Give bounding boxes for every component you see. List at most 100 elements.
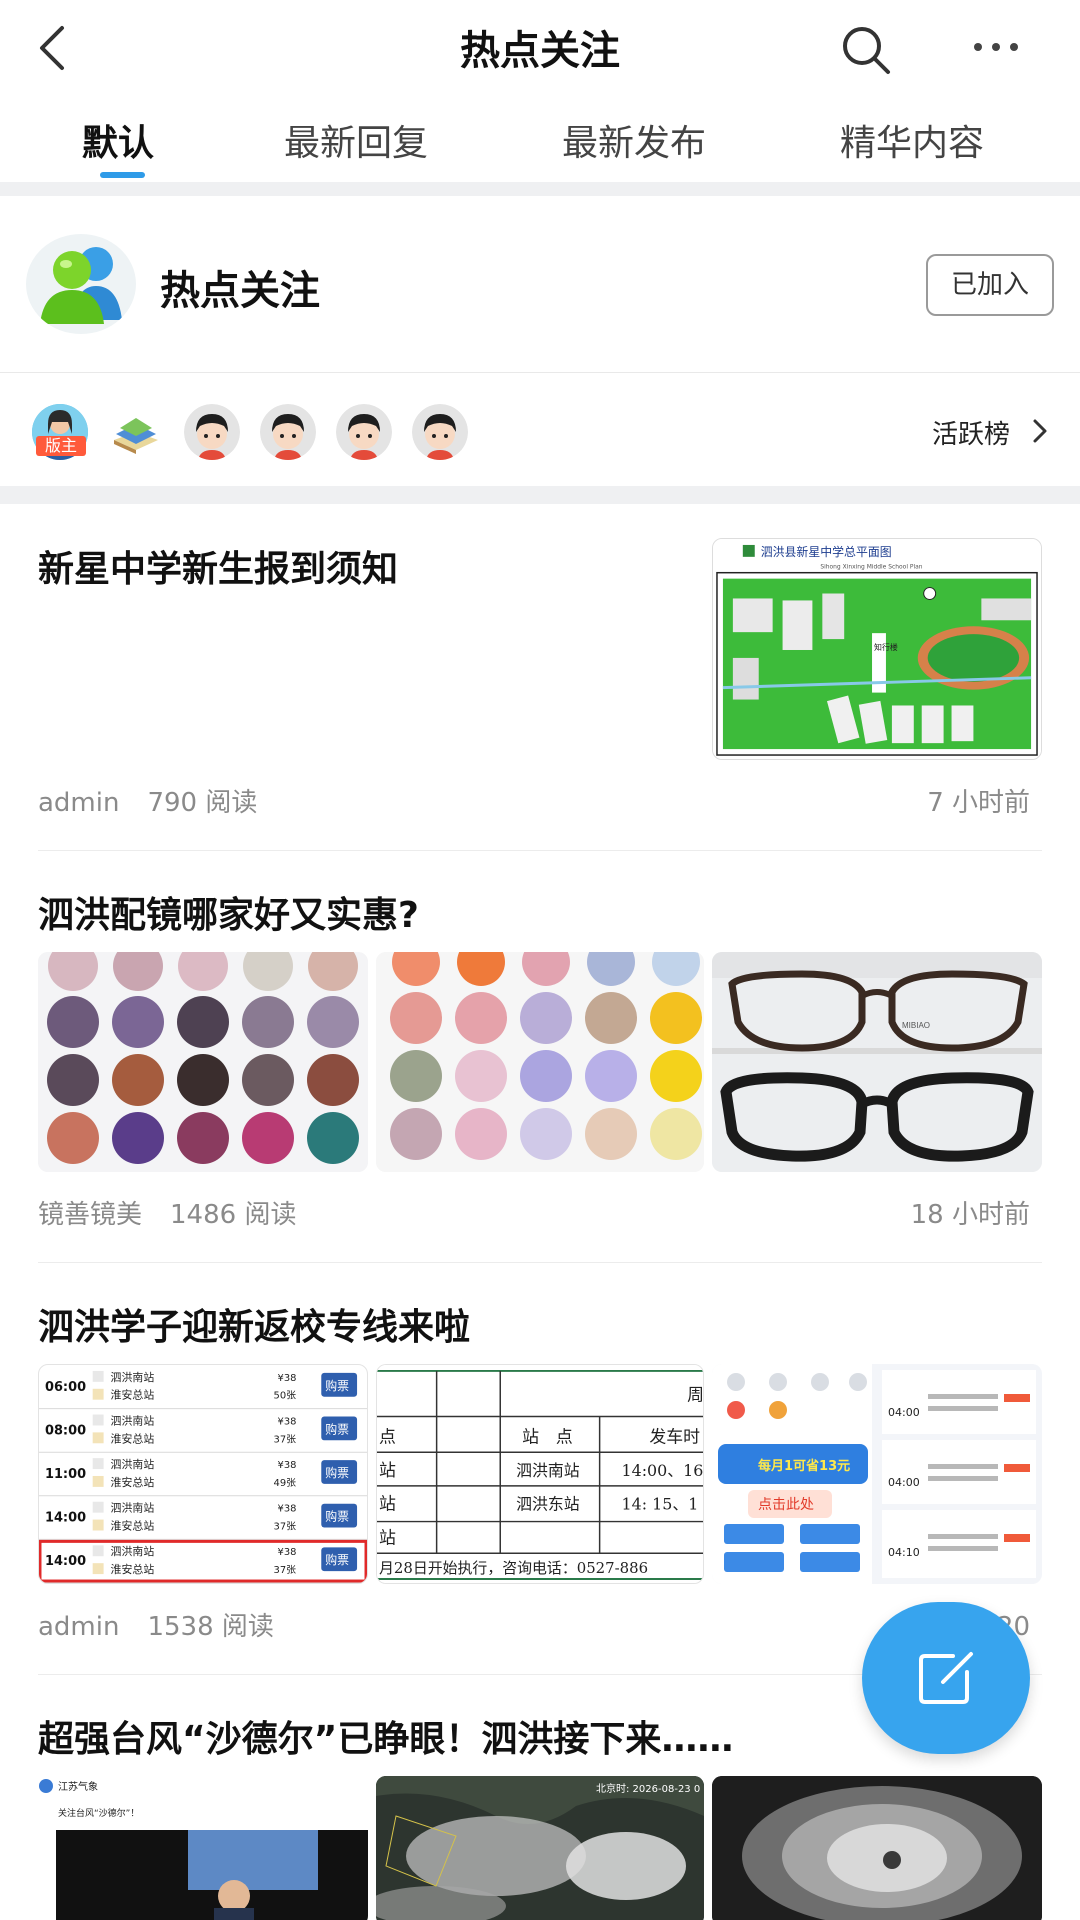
glasses-brand: MIBIAO bbox=[902, 1021, 930, 1030]
ticket-price: ¥38 bbox=[278, 1504, 297, 1515]
tab-bar: 默认 最新回复 最新发布 精华内容 bbox=[0, 100, 1080, 180]
promo-button: 点击此处 bbox=[758, 1497, 814, 1513]
table-note: 月28日开始执行，咨询电话：0527-886 bbox=[379, 1559, 648, 1577]
dropoff-tag bbox=[92, 1519, 104, 1531]
satellite-timestamp: 北京时: 2026-08-23 0 bbox=[596, 1782, 700, 1795]
table-cell: 泗洪南站 bbox=[516, 1461, 580, 1480]
to-station: 淮安总站 bbox=[111, 1388, 155, 1402]
member-avatar[interactable] bbox=[184, 404, 240, 460]
dropoff-tag bbox=[92, 1475, 104, 1487]
member-avatar[interactable] bbox=[108, 404, 164, 460]
top-bar: 热点关注 bbox=[0, 0, 1080, 96]
schedule-row: 11:00 泗洪南站淮安总站 ¥38 49张 购票 bbox=[39, 1457, 367, 1497]
page-title: 热点关注 bbox=[460, 28, 620, 74]
post-meta: admin 1538 阅读 bbox=[38, 1606, 274, 1643]
ticket-price: ¥38 bbox=[278, 1460, 297, 1471]
tab-default[interactable]: 默认 bbox=[82, 114, 154, 166]
from-station: 泗洪南站 bbox=[111, 1501, 155, 1515]
depart-time: 08:00 bbox=[45, 1423, 86, 1438]
pickup-tag bbox=[92, 1501, 104, 1513]
active-rank-link[interactable]: 活跃榜 bbox=[932, 414, 1010, 451]
post-time: 18 小时前 bbox=[910, 1200, 1030, 1230]
pickup-tag bbox=[92, 1458, 104, 1470]
post-meta: 镜善镜美 1486 阅读 bbox=[38, 1194, 296, 1231]
post-time: 7 小时前 bbox=[927, 788, 1030, 818]
compose-post-button[interactable] bbox=[862, 1602, 1030, 1754]
schedule-row: 08:00 泗洪南站淮安总站 ¥38 37张 购票 bbox=[39, 1413, 367, 1453]
post-reads: 1486 阅读 bbox=[170, 1200, 297, 1230]
post-meta: admin 790 阅读 bbox=[38, 782, 257, 819]
seats-left: 37张 bbox=[274, 1433, 297, 1445]
to-station: 淮安总站 bbox=[111, 1431, 155, 1445]
chevron-right-icon[interactable] bbox=[1030, 418, 1050, 444]
tab-featured[interactable]: 精华内容 bbox=[840, 114, 984, 166]
post-author[interactable]: admin bbox=[38, 1612, 119, 1642]
post-thumbnail-ride-app[interactable]: 每月1可省13元 点击此处 04:00 04:00 04:10 bbox=[712, 1364, 1042, 1584]
post-title[interactable]: 泗洪配镜哪家好又实惠? bbox=[38, 886, 419, 938]
table-left-cell: 站 bbox=[379, 1460, 396, 1480]
depart-time: 14:00 bbox=[45, 1511, 86, 1526]
member-avatar[interactable] bbox=[260, 404, 316, 460]
post-thumbnail-weibo[interactable]: 江苏气象 关注台风“沙德尔”！ bbox=[38, 1776, 368, 1920]
section-divider bbox=[0, 182, 1080, 196]
table-cell: 泗洪东站 bbox=[516, 1495, 580, 1514]
map-caption: 泗洪县新星中学总平面图 bbox=[761, 545, 892, 559]
search-icon[interactable] bbox=[838, 22, 894, 78]
post-title[interactable]: 泗洪学子迎新返校专线来啦 bbox=[38, 1298, 470, 1350]
post-thumbnail-campus-map[interactable]: 泗洪县新星中学总平面图 Sihong Xinxing Middle School… bbox=[712, 538, 1042, 760]
post-reads: 790 阅读 bbox=[147, 788, 258, 818]
post-title[interactable]: 超强台风“沙德尔”已睁眼！泗洪接下来…… bbox=[38, 1710, 733, 1762]
depart-time: 06:00 bbox=[45, 1380, 86, 1395]
post-title[interactable]: 新星中学新生报到须知 bbox=[38, 540, 398, 592]
joined-button[interactable]: 已加入 bbox=[926, 254, 1054, 316]
forum-name: 热点关注 bbox=[160, 268, 320, 314]
post-thumbnail-satellite-1[interactable]: 北京时: 2026-08-23 0 bbox=[376, 1776, 704, 1920]
to-station: 淮安总站 bbox=[111, 1519, 155, 1533]
promo-text: 每月1可省13元 bbox=[758, 1458, 850, 1474]
pickup-tag bbox=[92, 1545, 104, 1557]
ticket-price: ¥38 bbox=[278, 1373, 297, 1384]
post-thumbnail-eyeglasses[interactable]: MIBIAO bbox=[712, 952, 1042, 1172]
table-cell: 14: 15、1 bbox=[622, 1495, 699, 1514]
post-thumbnail-bus-schedule[interactable]: 06:00 泗洪南站 淮安总站 ¥38 50张 购票 08:00 泗洪南站 淮安总站 ¥38 37张… bbox=[38, 1364, 368, 1584]
schedule-row: 06:00 泗洪南站淮安总站 ¥38 50张 购票 bbox=[39, 1370, 367, 1410]
seats-left: 49张 bbox=[274, 1477, 297, 1489]
post-author[interactable]: admin bbox=[38, 788, 119, 818]
from-station: 泗洪南站 bbox=[111, 1413, 155, 1427]
dropoff-tag bbox=[92, 1432, 104, 1444]
schedule-row: 14:00 泗洪南站淮安总站 ¥38 37张 购票 bbox=[39, 1539, 367, 1583]
tab-latest-post[interactable]: 最新发布 bbox=[562, 114, 706, 166]
post-thumbnail-satellite-2[interactable] bbox=[712, 1776, 1042, 1920]
selected-row-highlight bbox=[39, 1539, 367, 1583]
post-thumbnail-route-table[interactable]: 周 点 站 站 站 站 点 发车时 泗洪南站 14:00、16 泗洪东站 14:… bbox=[376, 1364, 704, 1584]
divider bbox=[38, 1262, 1042, 1263]
buy-ticket-label: 购票 bbox=[325, 1422, 349, 1436]
divider bbox=[0, 372, 1080, 373]
more-options-icon[interactable] bbox=[968, 22, 1024, 72]
post-thumbnail-lens-samples-1[interactable] bbox=[38, 952, 368, 1172]
depart-time: 11:00 bbox=[45, 1467, 86, 1482]
weibo-name: 江苏气象 bbox=[58, 1780, 98, 1793]
map-caption-en: Sihong Xinxing Middle School Plan bbox=[820, 564, 922, 571]
pickup-tag bbox=[92, 1414, 104, 1426]
table-corner: 周 bbox=[687, 1385, 703, 1405]
ticket-price: ¥38 bbox=[278, 1416, 297, 1427]
table-cell: 14:00、16 bbox=[622, 1461, 704, 1480]
moderator-badge: 版主 bbox=[36, 436, 86, 456]
post-author[interactable]: 镜善镜美 bbox=[38, 1200, 142, 1230]
seats-left: 37张 bbox=[274, 1564, 297, 1576]
svg-text:知行楼: 知行楼 bbox=[874, 642, 898, 652]
depart-time: 14:00 bbox=[45, 1554, 86, 1569]
table-header: 站 点 bbox=[522, 1426, 573, 1446]
weibo-text: 关注台风“沙德尔”！ bbox=[58, 1807, 139, 1819]
member-avatar[interactable] bbox=[412, 404, 468, 460]
table-left-cell: 站 bbox=[379, 1494, 396, 1514]
ride-time: 04:00 bbox=[888, 1406, 920, 1419]
edit-icon bbox=[919, 1652, 973, 1704]
dropoff-tag bbox=[92, 1388, 104, 1400]
member-avatar[interactable] bbox=[336, 404, 392, 460]
to-station: 淮安总站 bbox=[111, 1475, 155, 1489]
from-station: 泗洪南站 bbox=[111, 1544, 155, 1558]
post-thumbnail-lens-samples-2[interactable] bbox=[376, 952, 704, 1172]
tab-latest-reply[interactable]: 最新回复 bbox=[284, 114, 428, 166]
